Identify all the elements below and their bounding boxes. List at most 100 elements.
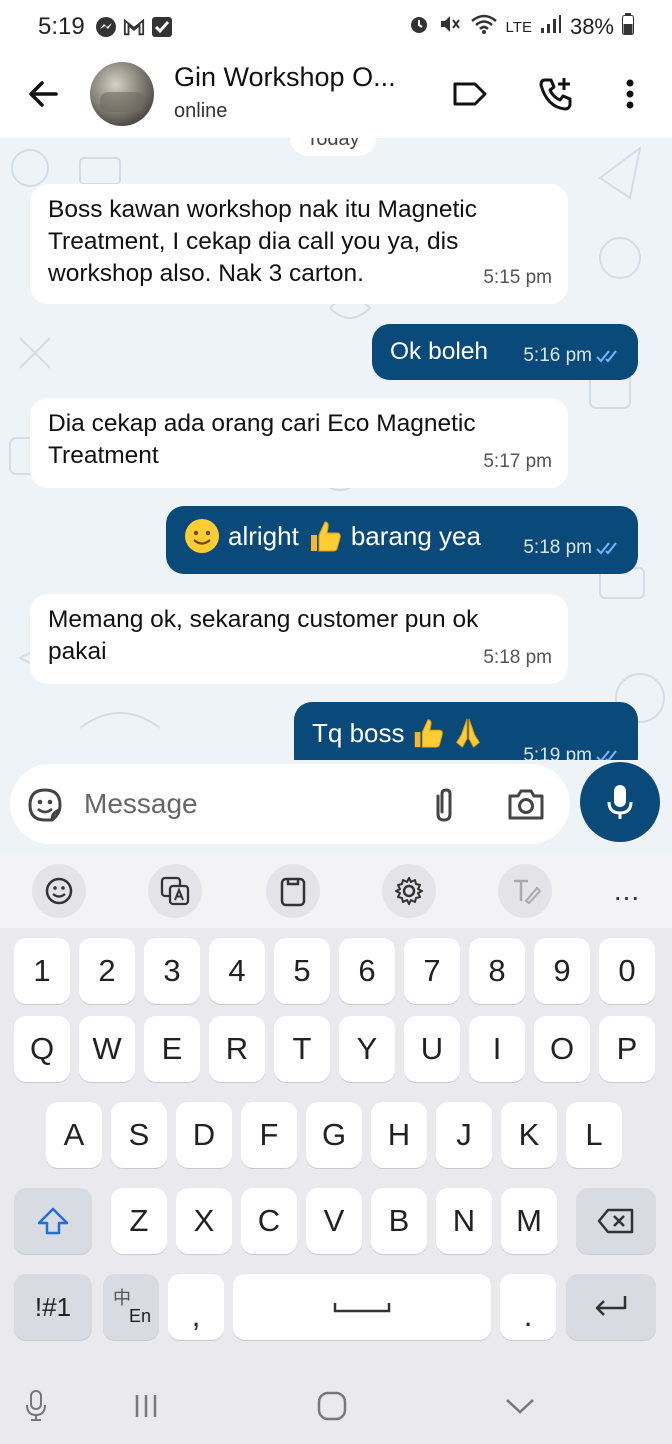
backspace-key[interactable] bbox=[576, 1188, 656, 1254]
shift-key[interactable] bbox=[14, 1188, 92, 1254]
key-y[interactable]: Y bbox=[339, 1016, 395, 1082]
key-e[interactable]: E bbox=[144, 1016, 200, 1082]
wifi-icon bbox=[470, 13, 498, 41]
key-x[interactable]: X bbox=[176, 1188, 232, 1254]
key-4[interactable]: 4 bbox=[209, 938, 265, 1004]
attachment-icon[interactable] bbox=[426, 786, 462, 826]
language-key[interactable]: 中 En bbox=[103, 1274, 159, 1340]
gmail-icon bbox=[123, 16, 145, 38]
recent-apps-icon[interactable] bbox=[126, 1386, 166, 1426]
hide-keyboard-icon[interactable] bbox=[500, 1386, 540, 1426]
home-icon[interactable] bbox=[312, 1386, 352, 1426]
key-r[interactable]: R bbox=[209, 1016, 265, 1082]
key-7[interactable]: 7 bbox=[404, 938, 460, 1004]
key-v[interactable]: V bbox=[306, 1188, 362, 1254]
date-chip: Today bbox=[290, 138, 376, 156]
key-o[interactable]: O bbox=[534, 1016, 590, 1082]
key-a[interactable]: A bbox=[46, 1102, 102, 1168]
enter-key[interactable] bbox=[566, 1274, 656, 1340]
key-l[interactable]: L bbox=[566, 1102, 622, 1168]
lang-top: 中 bbox=[113, 1288, 131, 1308]
key-w[interactable]: W bbox=[79, 1016, 135, 1082]
period-key[interactable]: . bbox=[500, 1274, 556, 1340]
signal-icon bbox=[540, 14, 562, 40]
messenger-icon bbox=[95, 16, 117, 38]
more-options-icon[interactable] bbox=[610, 74, 650, 114]
read-ticks-icon bbox=[596, 542, 617, 555]
key-q[interactable]: Q bbox=[14, 1016, 70, 1082]
message-input[interactable]: Message bbox=[10, 764, 570, 844]
key-3[interactable]: 3 bbox=[144, 938, 200, 1004]
folded-hands-emoji bbox=[455, 718, 480, 748]
message-placeholder: Message bbox=[84, 788, 198, 819]
emoji-icon[interactable] bbox=[32, 864, 86, 918]
shift-icon bbox=[37, 1207, 69, 1235]
key-8[interactable]: 8 bbox=[469, 938, 525, 1004]
chat-header: Gin Workshop O... online bbox=[0, 54, 672, 138]
key-p[interactable]: P bbox=[599, 1016, 655, 1082]
key-2[interactable]: 2 bbox=[79, 938, 135, 1004]
translate-icon[interactable] bbox=[148, 864, 202, 918]
sticker-icon[interactable] bbox=[26, 786, 64, 824]
volte-label: LTE bbox=[505, 18, 532, 36]
key-1[interactable]: 1 bbox=[14, 938, 70, 1004]
contact-status: online bbox=[174, 100, 228, 122]
chat-area[interactable]: Today Boss kawan workshop nak itu Magnet… bbox=[0, 138, 672, 760]
mute-icon bbox=[438, 13, 462, 41]
alarm-icon bbox=[408, 13, 430, 41]
key-n[interactable]: N bbox=[436, 1188, 492, 1254]
avatar[interactable] bbox=[90, 62, 154, 126]
more-icon[interactable]: ... bbox=[600, 864, 654, 918]
message-incoming[interactable]: Memang ok, sekarang customer pun ok paka… bbox=[30, 594, 568, 684]
message-incoming[interactable]: Dia cekap ada orang cari Eco Magnetic Tr… bbox=[30, 398, 568, 488]
battery-icon bbox=[622, 13, 634, 41]
message-outgoing[interactable]: Tq boss 5:19 pm bbox=[294, 702, 638, 760]
key-u[interactable]: U bbox=[404, 1016, 460, 1082]
camera-icon[interactable] bbox=[506, 786, 546, 824]
status-bar: 5:19 LTE 38% bbox=[0, 0, 672, 54]
key-9[interactable]: 9 bbox=[534, 938, 590, 1004]
read-ticks-icon bbox=[596, 750, 617, 760]
key-k[interactable]: K bbox=[501, 1102, 557, 1168]
message-incoming[interactable]: Boss kawan workshop nak itu Magnetic Tre… bbox=[30, 184, 568, 304]
message-meta: 5:17 pm bbox=[483, 446, 552, 478]
contact-name[interactable]: Gin Workshop O... bbox=[174, 62, 396, 93]
key-g[interactable]: G bbox=[306, 1102, 362, 1168]
key-s[interactable]: S bbox=[111, 1102, 167, 1168]
handwriting-icon[interactable] bbox=[498, 864, 552, 918]
comma-key[interactable]: , bbox=[168, 1274, 224, 1340]
message-meta: 5:15 pm bbox=[483, 262, 552, 294]
key-6[interactable]: 6 bbox=[339, 938, 395, 1004]
key-t[interactable]: T bbox=[274, 1016, 330, 1082]
key-0[interactable]: 0 bbox=[599, 938, 655, 1004]
thumbs-up-emoji bbox=[414, 719, 443, 748]
message-time: 5:18 pm bbox=[483, 647, 552, 668]
thumbs-up-emoji bbox=[310, 521, 341, 552]
message-text-part: barang yea bbox=[350, 521, 481, 551]
message-time: 5:16 pm bbox=[523, 345, 592, 366]
space-key[interactable] bbox=[233, 1274, 491, 1340]
read-ticks-icon bbox=[596, 350, 617, 363]
voice-input-icon[interactable] bbox=[16, 1386, 56, 1426]
key-z[interactable]: Z bbox=[111, 1188, 167, 1254]
settings-icon[interactable] bbox=[382, 864, 436, 918]
message-outgoing[interactable]: alright barang yea 5:18 pm bbox=[166, 506, 638, 574]
message-outgoing[interactable]: Ok boleh 5:16 pm bbox=[372, 324, 638, 380]
clipboard-icon[interactable] bbox=[266, 864, 320, 918]
key-f[interactable]: F bbox=[241, 1102, 297, 1168]
add-call-icon[interactable] bbox=[536, 74, 576, 114]
back-arrow-icon[interactable] bbox=[24, 74, 64, 114]
message-meta: 5:19 pm bbox=[523, 740, 622, 760]
enter-icon bbox=[595, 1296, 627, 1316]
key-i[interactable]: I bbox=[469, 1016, 525, 1082]
key-h[interactable]: H bbox=[371, 1102, 427, 1168]
voice-record-button[interactable] bbox=[580, 762, 660, 842]
key-d[interactable]: D bbox=[176, 1102, 232, 1168]
symbols-key[interactable]: !#1 bbox=[14, 1274, 92, 1340]
key-j[interactable]: J bbox=[436, 1102, 492, 1168]
key-c[interactable]: C bbox=[241, 1188, 297, 1254]
key-5[interactable]: 5 bbox=[274, 938, 330, 1004]
key-b[interactable]: B bbox=[371, 1188, 427, 1254]
key-m[interactable]: M bbox=[501, 1188, 557, 1254]
label-tag-icon[interactable] bbox=[450, 74, 490, 114]
